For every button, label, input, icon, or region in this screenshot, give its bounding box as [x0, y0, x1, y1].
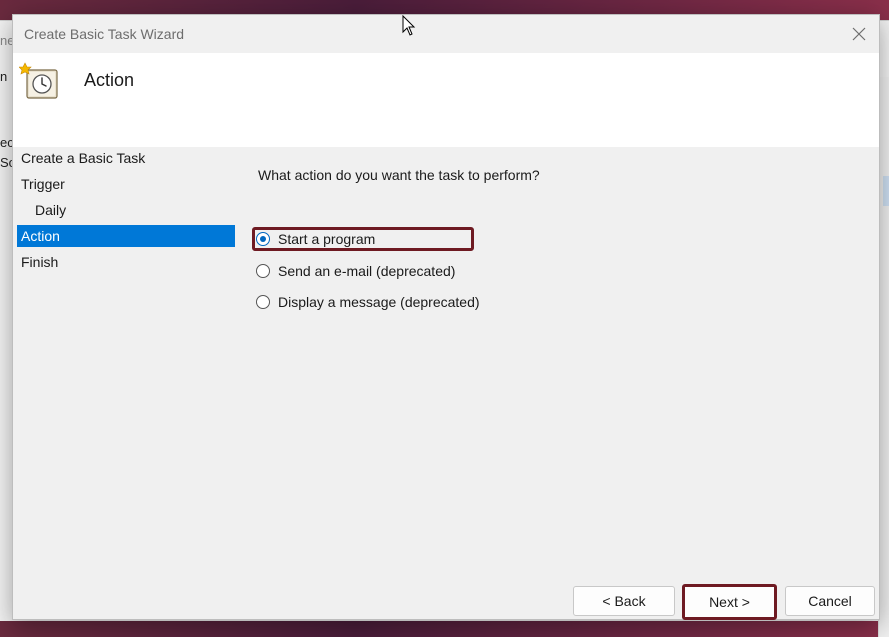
close-button[interactable]: [847, 23, 871, 45]
wizard-header: Action: [13, 53, 879, 147]
sidebar-item-trigger[interactable]: Trigger: [17, 173, 235, 195]
radio-label: Send an e-mail (deprecated): [278, 263, 456, 279]
sidebar-item-create-basic-task[interactable]: Create a Basic Task: [17, 147, 235, 169]
back-button[interactable]: < Back: [573, 586, 675, 616]
sidebar-item-action[interactable]: Action: [17, 225, 235, 247]
task-scheduler-clock-icon: [19, 62, 58, 99]
page-title: Action: [84, 70, 135, 90]
radio-button[interactable]: [256, 295, 270, 309]
radio-button-selected[interactable]: [256, 232, 270, 246]
title-bar: Create Basic Task Wizard: [13, 15, 879, 53]
create-basic-task-wizard-dialog: Create Basic Task Wizard Action Create a…: [12, 14, 880, 620]
sidebar-item-daily[interactable]: Daily: [17, 199, 235, 221]
radio-label: Display a message (deprecated): [278, 294, 480, 310]
background-selection: [883, 176, 889, 206]
close-icon: [852, 27, 866, 41]
cancel-button[interactable]: Cancel: [785, 586, 875, 616]
radio-label: Start a program: [278, 231, 376, 247]
mouse-cursor-icon: [402, 15, 416, 36]
wizard-steps-sidebar: Create a Basic Task Trigger Daily Action…: [17, 147, 235, 277]
background-text: n: [0, 69, 8, 84]
radio-button[interactable]: [256, 264, 270, 278]
display-message-radio-option[interactable]: Display a message (deprecated): [252, 290, 480, 314]
action-question: What action do you want the task to perf…: [258, 167, 540, 183]
send-email-radio-option[interactable]: Send an e-mail (deprecated): [252, 259, 455, 283]
sidebar-item-finish[interactable]: Finish: [17, 251, 235, 273]
next-button[interactable]: Next >: [682, 584, 777, 620]
start-program-radio-option[interactable]: Start a program: [252, 227, 474, 251]
window-title: Create Basic Task Wizard: [24, 26, 185, 42]
